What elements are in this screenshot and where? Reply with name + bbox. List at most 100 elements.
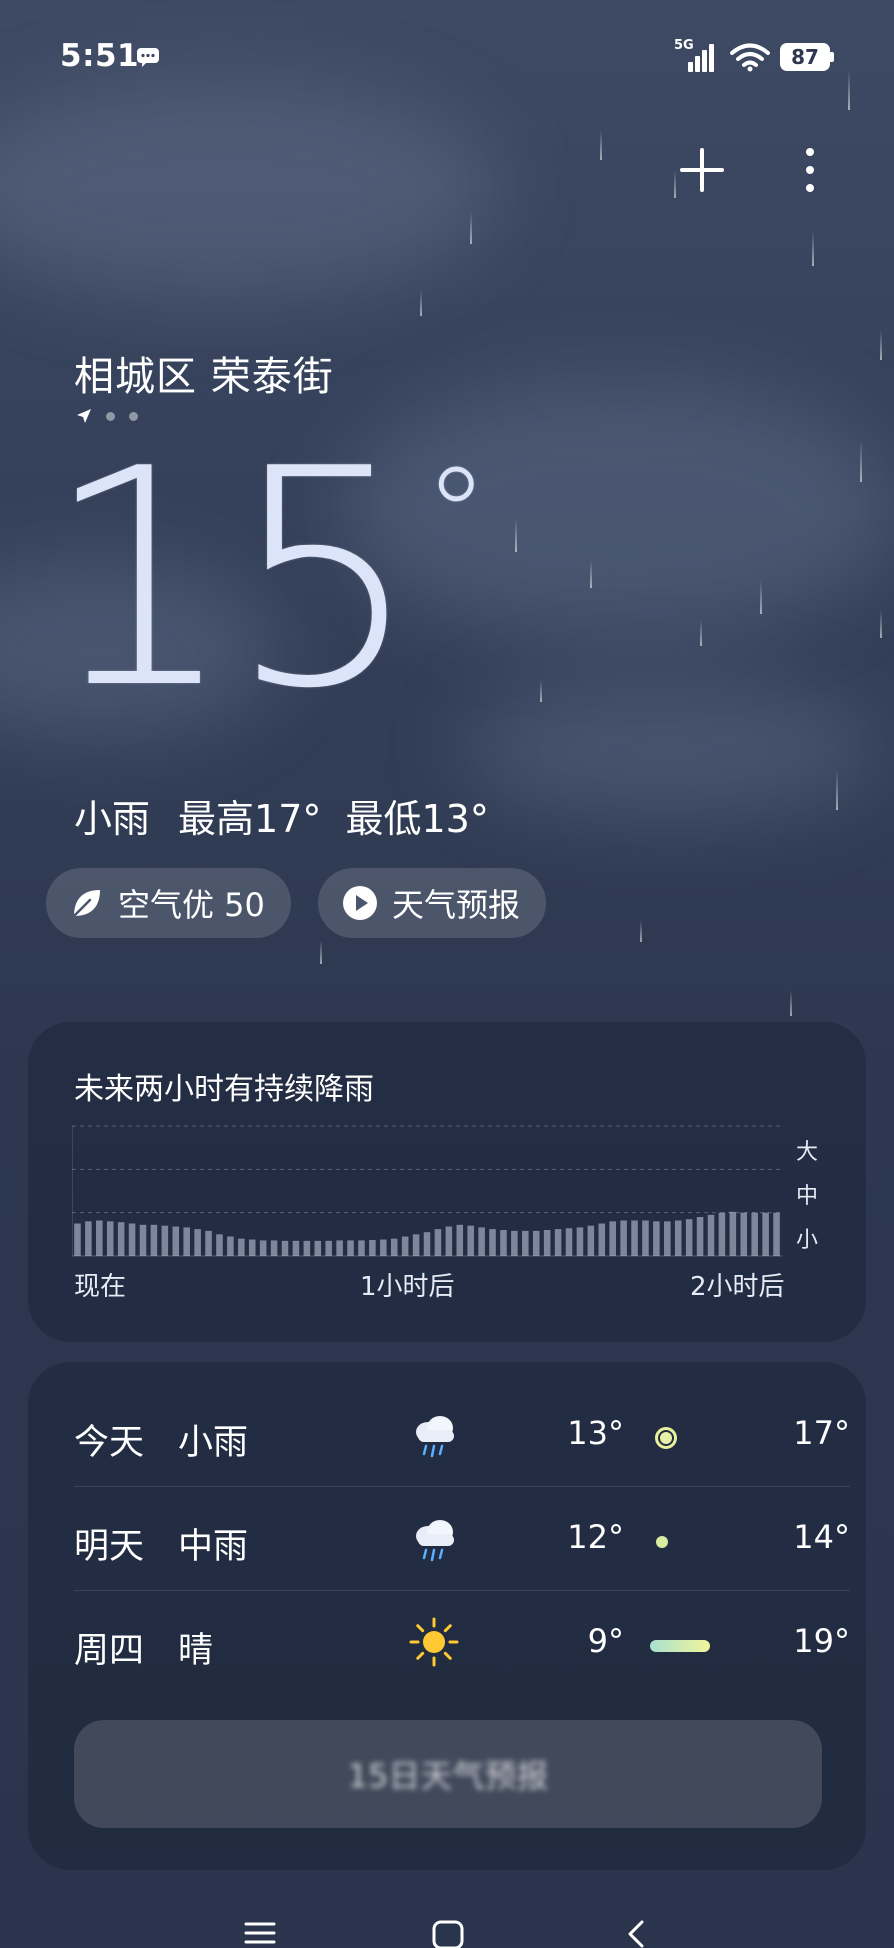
battery-level: 87 [791,45,819,69]
row-divider [74,1486,850,1487]
daily-condition: 小雨 [178,1423,249,1463]
row-divider [74,1590,850,1591]
y-label-light: 小 [796,1228,819,1253]
daily-low: 13° [567,1414,624,1452]
rain-bar [106,1221,114,1256]
home-icon[interactable] [428,1918,468,1948]
rain-drop [880,610,882,638]
rain-bar [128,1223,136,1256]
rain-bar [85,1221,92,1256]
play-icon [343,886,377,920]
rain-drop [540,680,542,702]
rain-bar [150,1224,158,1256]
back-icon[interactable] [616,1918,656,1948]
daily-row[interactable]: 明天 中雨 12° 14° [74,1486,850,1590]
rain-bar [281,1240,289,1256]
rain-bar [718,1212,726,1256]
rain-bar [325,1240,332,1256]
rain-forecast-card[interactable]: 未来两小时有持续降雨 现在 1小时后 2小时后 大 中 小 [28,1022,866,1342]
sun-icon [409,1617,459,1667]
rain-bar [554,1229,562,1256]
rain-bar [270,1240,278,1256]
status-icons: 5G 87 [674,38,834,74]
rain-bar [401,1236,409,1256]
rain-bar [216,1234,223,1256]
daily-row[interactable]: 今天 小雨 13° 17° [74,1382,850,1486]
daily-high: 17° [793,1414,850,1452]
rain-bar [740,1212,748,1256]
rain-bar [412,1234,420,1256]
more-options-button[interactable] [780,140,840,200]
rain-bar [707,1214,715,1256]
battery-cap [830,52,834,62]
rain-bar [434,1229,442,1256]
rain-bar [642,1220,649,1256]
wifi-icon [730,43,770,72]
rain-bar [532,1230,540,1256]
leaf-icon [72,890,100,918]
daily-condition: 中雨 [178,1527,249,1567]
y-label-moderate: 中 [796,1184,819,1209]
rain-bar [664,1221,671,1256]
weather-video-label: 天气预报 [392,886,521,924]
moderate-rain-icon [416,1520,454,1562]
more-forecast-label: 15日天气预报 [347,1757,549,1795]
rain-bar [117,1222,125,1256]
rain-drop [760,580,762,614]
temperature-value: 15 [44,405,420,754]
rain-bar [751,1212,758,1256]
rain-bar [369,1239,376,1256]
rain-bar [347,1240,354,1256]
daily-forecast-card: 今天 小雨 13° 17° 明天 中雨 12° 14° 周四晴 9° 19° 15日天气预报 [28,1362,866,1870]
rain-bar [380,1239,387,1256]
rain-bar [259,1240,267,1256]
rain-bar [565,1228,573,1256]
rain-bar [729,1211,737,1256]
rain-bar [456,1224,464,1256]
daily-low: 9° [587,1622,624,1660]
rain-bar [336,1240,343,1256]
current-condition: 小雨 [74,797,151,841]
rain-bar [653,1221,660,1256]
more-forecast-button[interactable]: 15日天气预报 [74,1720,822,1828]
rain-bar [522,1230,529,1256]
rain-drop [590,560,592,588]
rain-bar [194,1229,201,1256]
rain-drop [790,990,792,1016]
rain-forecast-title: 未来两小时有持续降雨 [74,1072,374,1107]
rain-bar [314,1240,322,1256]
rain-drop [515,518,517,552]
message-icon [137,48,159,67]
today-high: 最高17° [178,797,322,841]
rain-bar [74,1223,81,1256]
battery-icon: 87 [780,43,830,71]
temperature-range-track [642,1536,792,1548]
daily-condition: 晴 [178,1631,214,1671]
rain-bar [511,1230,518,1256]
location-name[interactable]: 相城区 荣泰街 [74,344,334,402]
daily-row[interactable]: 周四晴 9° 19° [74,1590,850,1694]
rain-bar [620,1220,627,1256]
current-temperature-marker [655,1427,677,1449]
temperature-range-track [642,1640,792,1652]
menu-icon[interactable] [240,1918,280,1948]
rain-bar [358,1240,365,1256]
air-quality-label: 空气优 50 [118,886,265,924]
rain-bar [598,1223,606,1256]
rain-drop [600,130,602,160]
air-quality-chip[interactable]: 空气优 50 [46,868,291,938]
temperature-range-bar [650,1640,710,1652]
daily-high: 19° [793,1622,850,1660]
rain-bar [773,1212,780,1256]
rain-bar [445,1226,453,1256]
rain-drop [470,212,472,244]
weather-video-chip[interactable]: 天气预报 [318,868,547,938]
rain-bar [685,1219,693,1256]
add-city-button[interactable] [672,140,732,200]
rain-bar [423,1232,431,1256]
rain-bar [303,1240,311,1256]
rain-bar [227,1236,234,1256]
rain-drop [812,230,814,266]
x-label-1h: 1小时后 [360,1272,455,1302]
daily-low: 12° [567,1518,624,1556]
